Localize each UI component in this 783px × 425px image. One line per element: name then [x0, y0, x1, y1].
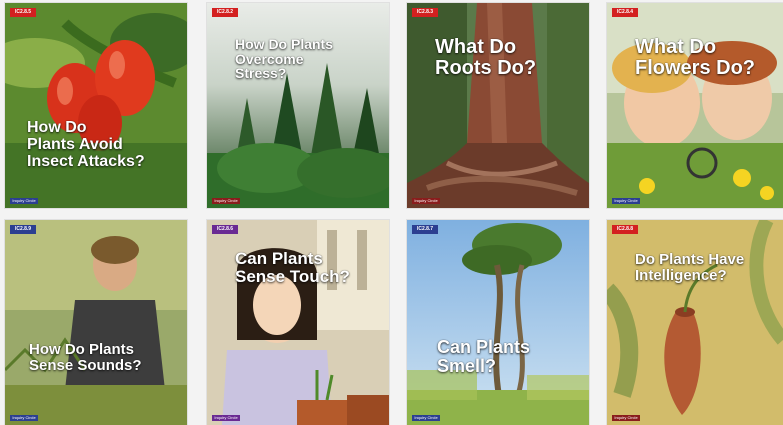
series-label: Inquiry Circle	[212, 198, 240, 204]
book-card-overcome-stress[interactable]: IC2.8.2 How Do Plants Overcome Stress? I…	[207, 3, 389, 208]
book-title: What Do Roots Do?	[435, 36, 537, 79]
book-title: How Do Plants Overcome Stress?	[235, 36, 334, 82]
book-title: What Do Flowers Do?	[635, 36, 756, 79]
book-title: Do Plants Have Intelligence?	[635, 251, 745, 284]
book-title: Can Plants Smell?	[437, 337, 531, 376]
book-code-badge: IC2.8.2	[212, 8, 238, 17]
cover-image	[5, 220, 187, 425]
series-label: Inquiry Circle	[612, 198, 640, 204]
book-code-badge: IC2.8.7	[412, 225, 438, 234]
book-title: How Do Plants Sense Sounds?	[29, 341, 142, 374]
book-code-badge: IC2.8.9	[10, 225, 36, 234]
book-card-sense-sounds[interactable]: IC2.8.9 How Do Plants Sense Sounds? Inqu…	[5, 220, 187, 425]
series-label: Inquiry Circle	[10, 415, 38, 421]
series-label: Inquiry Circle	[612, 415, 640, 421]
series-label: Inquiry Circle	[412, 198, 440, 204]
book-card-smell[interactable]: IC2.8.7 Can Plants Smell? Inquiry Circle	[407, 220, 589, 425]
cover-image	[207, 3, 389, 208]
book-card-roots[interactable]: IC2.8.3 What Do Roots Do? Inquiry Circle	[407, 3, 589, 208]
book-card-avoid-insect-attacks[interactable]: IC2.8.5 How Do Plants Avoid Insect Attac…	[5, 3, 187, 208]
cover-image	[5, 3, 187, 208]
book-title: How Do Plants Avoid Insect Attacks?	[27, 119, 145, 170]
book-card-intelligence[interactable]: IC2.8.8 Do Plants Have Intelligence? Inq…	[607, 220, 783, 425]
book-code-badge: IC2.8.3	[412, 8, 438, 17]
cover-image	[407, 220, 589, 425]
book-code-badge: IC2.8.8	[612, 225, 638, 234]
series-label: Inquiry Circle	[212, 415, 240, 421]
book-code-badge: IC2.8.4	[612, 8, 638, 17]
series-label: Inquiry Circle	[412, 415, 440, 421]
book-card-flowers[interactable]: IC2.8.4 What Do Flowers Do? Inquiry Circ…	[607, 3, 783, 208]
book-card-sense-touch[interactable]: IC2.8.6 Can Plants Sense Touch? Inquiry …	[207, 220, 389, 425]
book-code-badge: IC2.8.6	[212, 225, 238, 234]
book-title: Can Plants Sense Touch?	[235, 249, 350, 286]
series-label: Inquiry Circle	[10, 198, 38, 204]
book-grid: IC2.8.5 How Do Plants Avoid Insect Attac…	[0, 0, 783, 425]
book-code-badge: IC2.8.5	[10, 8, 36, 17]
cover-image	[607, 3, 783, 208]
cover-image	[407, 3, 589, 208]
